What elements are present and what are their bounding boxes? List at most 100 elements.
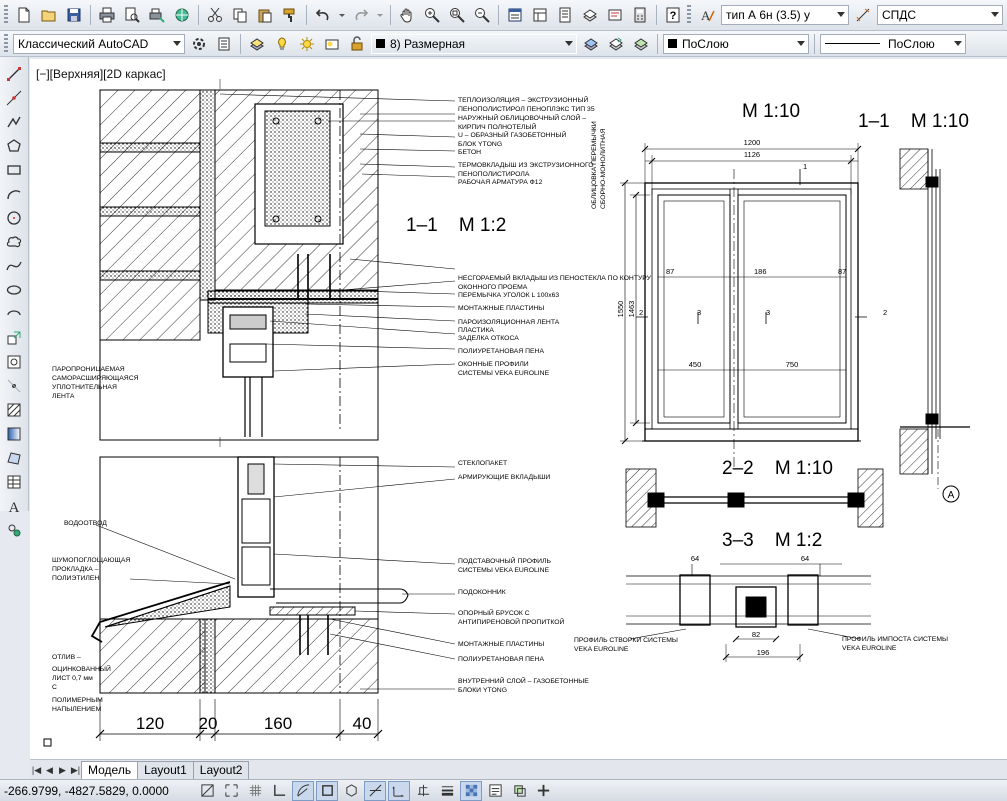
pan-icon[interactable]: [396, 4, 418, 26]
zoom-realtime-icon[interactable]: [421, 4, 443, 26]
lower-label-4: ПОДОКОННИК: [458, 589, 506, 596]
gradient-icon[interactable]: [2, 423, 26, 445]
toolbar-grip[interactable]: [4, 5, 8, 25]
ortho-mode-icon[interactable]: [268, 781, 290, 801]
dynamic-input-icon[interactable]: [412, 781, 434, 801]
line-icon[interactable]: [2, 63, 26, 85]
tab-layout2[interactable]: Layout2: [192, 761, 250, 779]
layer-viewport-icon[interactable]: [321, 33, 343, 55]
grid-display-icon[interactable]: [244, 781, 266, 801]
revision-cloud-icon[interactable]: [2, 231, 26, 253]
toolbar-grip[interactable]: [687, 5, 691, 25]
circle-icon[interactable]: [2, 207, 26, 229]
print-icon[interactable]: [96, 4, 118, 26]
text-style-select[interactable]: тип А 6н (3.5) у: [721, 5, 849, 25]
markup-icon[interactable]: [604, 4, 626, 26]
quick-properties-icon[interactable]: [484, 781, 506, 801]
tab-model[interactable]: Модель: [81, 761, 139, 779]
layers-toolbar: Классический AutoCAD 8) Размерная ПоСлою…: [0, 31, 1007, 57]
redo-icon[interactable]: [350, 4, 372, 26]
paste-icon[interactable]: [254, 4, 276, 26]
make-object-layer-current-icon[interactable]: [580, 33, 602, 55]
point-icon[interactable]: [2, 375, 26, 397]
region-icon[interactable]: [2, 447, 26, 469]
layer-freeze-icon[interactable]: [296, 33, 318, 55]
toolbar-grip[interactable]: [4, 33, 8, 54]
help-icon[interactable]: ?: [662, 4, 684, 26]
cursor-coordinates[interactable]: -266.9799, -4827.5829, 0.0000: [4, 784, 194, 798]
drawing-canvas[interactable]: [−][Верхняя][2D каркас] 120 20 160 40 ТЕ…: [30, 59, 1007, 759]
selection-cycling-icon[interactable]: [508, 781, 530, 801]
prev-tab-icon[interactable]: ◀: [43, 763, 56, 777]
toolbar-separator: [814, 33, 815, 54]
calculator-icon[interactable]: [629, 4, 651, 26]
insert-block-icon[interactable]: [2, 327, 26, 349]
match-properties-icon[interactable]: [279, 4, 301, 26]
ellipse-icon[interactable]: [2, 279, 26, 301]
lineweight-icon[interactable]: [436, 781, 458, 801]
profile-dim-64-right: 64: [801, 554, 809, 563]
polyline-icon[interactable]: [2, 111, 26, 133]
properties-icon[interactable]: [504, 4, 526, 26]
spline-icon[interactable]: [2, 255, 26, 277]
dim-style-select[interactable]: СПДС: [877, 5, 1003, 25]
left-upper-1: САМОРАСШИРЯЮЩАЯСЯ: [52, 375, 139, 382]
3d-print-icon[interactable]: [171, 4, 193, 26]
zoom-previous-icon[interactable]: [471, 4, 493, 26]
undo-dropdown-icon[interactable]: [337, 4, 347, 26]
workspace-select[interactable]: Классический AutoCAD: [13, 33, 185, 54]
transparency-icon[interactable]: [460, 780, 482, 801]
layer-state-icon[interactable]: [630, 33, 652, 55]
hatch-icon[interactable]: [2, 399, 26, 421]
tool-palettes-icon[interactable]: [554, 4, 576, 26]
cut-icon[interactable]: [204, 4, 226, 26]
rectangle-icon[interactable]: [2, 159, 26, 181]
undo-icon[interactable]: [312, 4, 334, 26]
publish-icon[interactable]: [146, 4, 168, 26]
annotation-monitor-icon[interactable]: [532, 781, 554, 801]
linetype-select[interactable]: ПоСлою: [820, 33, 966, 54]
tab-layout1[interactable]: Layout1: [137, 761, 194, 779]
table-icon[interactable]: [2, 471, 26, 493]
zoom-window-icon[interactable]: [446, 4, 468, 26]
object-snap-tracking-icon[interactable]: [364, 780, 386, 801]
add-selected-icon[interactable]: [2, 519, 26, 541]
sheet-set-icon[interactable]: [579, 4, 601, 26]
new-icon[interactable]: [13, 4, 35, 26]
arc-icon[interactable]: [2, 183, 26, 205]
3d-object-snap-icon[interactable]: [340, 781, 362, 801]
ellipse-arc-icon[interactable]: [2, 303, 26, 325]
lower-label-7: МОНТАЖНЫЕ ПЛАСТИНЫ: [458, 641, 544, 648]
redo-dropdown-icon[interactable]: [375, 4, 385, 26]
make-block-icon[interactable]: [2, 351, 26, 373]
next-tab-icon[interactable]: ▶: [56, 763, 69, 777]
object-snap-icon[interactable]: [316, 780, 338, 801]
multiline-text-icon[interactable]: A: [2, 495, 26, 517]
infer-constraints-icon[interactable]: [196, 781, 218, 801]
workspace-settings-icon[interactable]: [188, 33, 210, 55]
lower-label-0: СТЕКЛОПАКЕТ: [458, 460, 507, 467]
save-icon[interactable]: [63, 4, 85, 26]
draw-toolbar: A: [0, 57, 29, 537]
layer-select[interactable]: 8) Размерная: [371, 33, 577, 54]
toolbar-separator: [656, 5, 657, 25]
dim-style-icon[interactable]: [852, 4, 874, 26]
layer-lock-icon[interactable]: [346, 33, 368, 55]
plot-preview-icon[interactable]: [121, 4, 143, 26]
copy-icon[interactable]: [229, 4, 251, 26]
toolbar-separator: [90, 5, 91, 25]
design-center-icon[interactable]: [529, 4, 551, 26]
color-select[interactable]: ПоСлою: [663, 33, 809, 54]
construction-line-icon[interactable]: [2, 87, 26, 109]
dynamic-ucs-icon[interactable]: [388, 780, 410, 801]
text-style-icon[interactable]: A: [696, 4, 718, 26]
open-icon[interactable]: [38, 4, 60, 26]
layer-previous-icon[interactable]: [605, 33, 627, 55]
layer-on-icon[interactable]: [271, 33, 293, 55]
snap-mode-icon[interactable]: [220, 781, 242, 801]
polygon-icon[interactable]: [2, 135, 26, 157]
polar-tracking-icon[interactable]: [292, 780, 314, 801]
layer-properties-icon[interactable]: [246, 33, 268, 55]
workspace-list-icon[interactable]: [213, 33, 235, 55]
first-tab-icon[interactable]: |◀: [30, 763, 43, 777]
